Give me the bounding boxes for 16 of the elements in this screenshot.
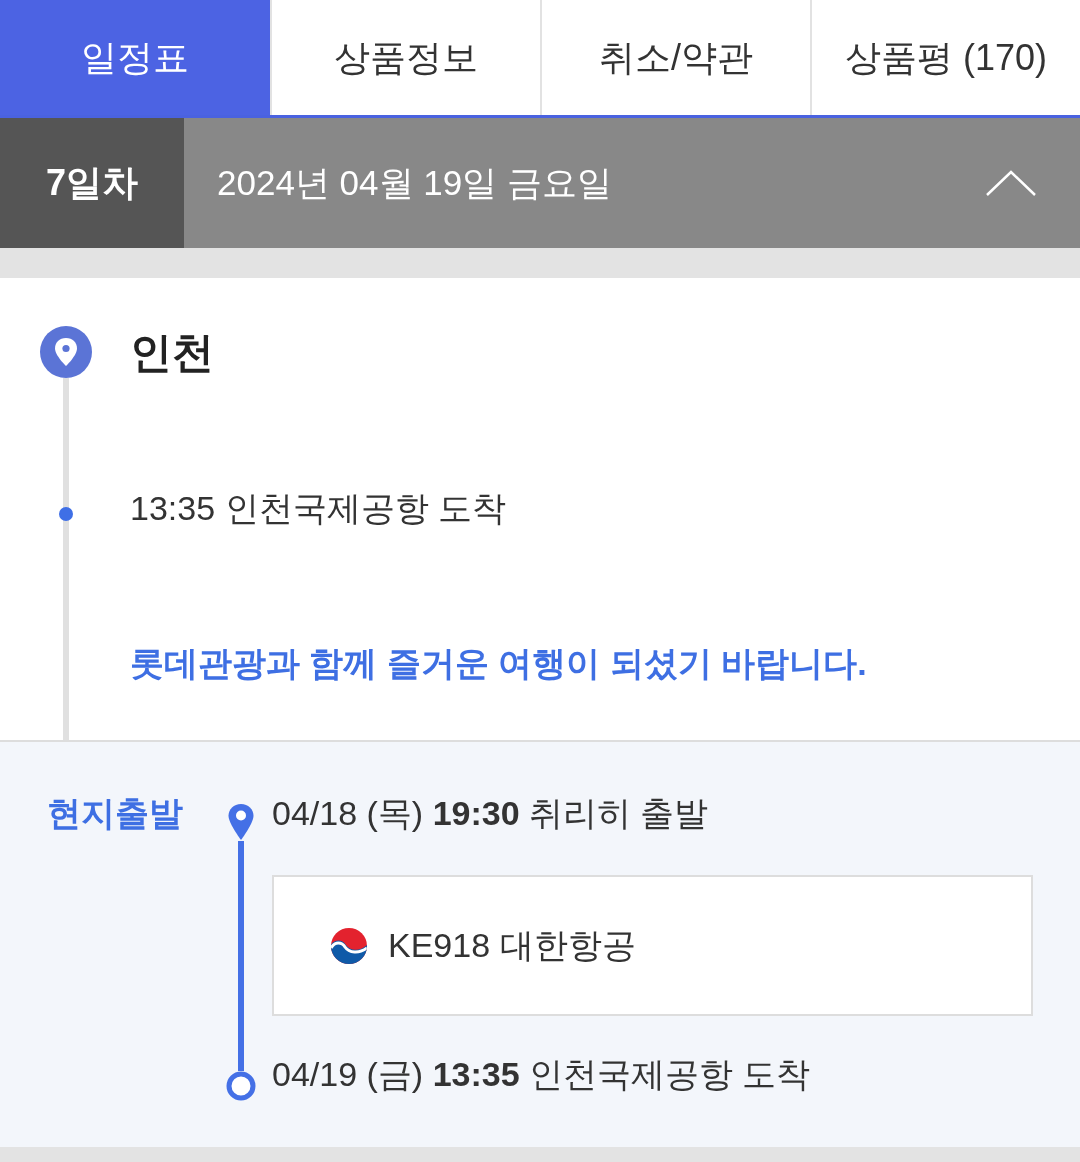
flight-number: KE918 대한항공	[388, 925, 636, 966]
location-pin-icon	[40, 326, 92, 378]
event-text: 13:35 인천국제공항 도착	[130, 487, 506, 529]
collapse-button[interactable]	[986, 170, 1036, 196]
day-date: 2024년 04월 19일 금요일	[217, 161, 613, 204]
ring-icon	[226, 1071, 256, 1101]
chevron-up-icon	[986, 170, 1036, 196]
airline-logo-icon	[330, 926, 368, 965]
tab[interactable]: 일정표	[0, 0, 270, 115]
closing-note: 롯데관광과 함께 즐거운 여행이 되셨기 바랍니다.	[130, 642, 867, 684]
day-number: 7일차	[46, 161, 138, 205]
location-pin-icon	[227, 803, 255, 841]
departure-text: 04/18 (목) 19:30 취리히 출발	[272, 792, 709, 834]
section-label: 현지출발	[47, 792, 183, 834]
arrival-text: 04/19 (금) 13:35 인천국제공항 도착	[272, 1053, 811, 1095]
place-name: 인천	[130, 327, 214, 378]
